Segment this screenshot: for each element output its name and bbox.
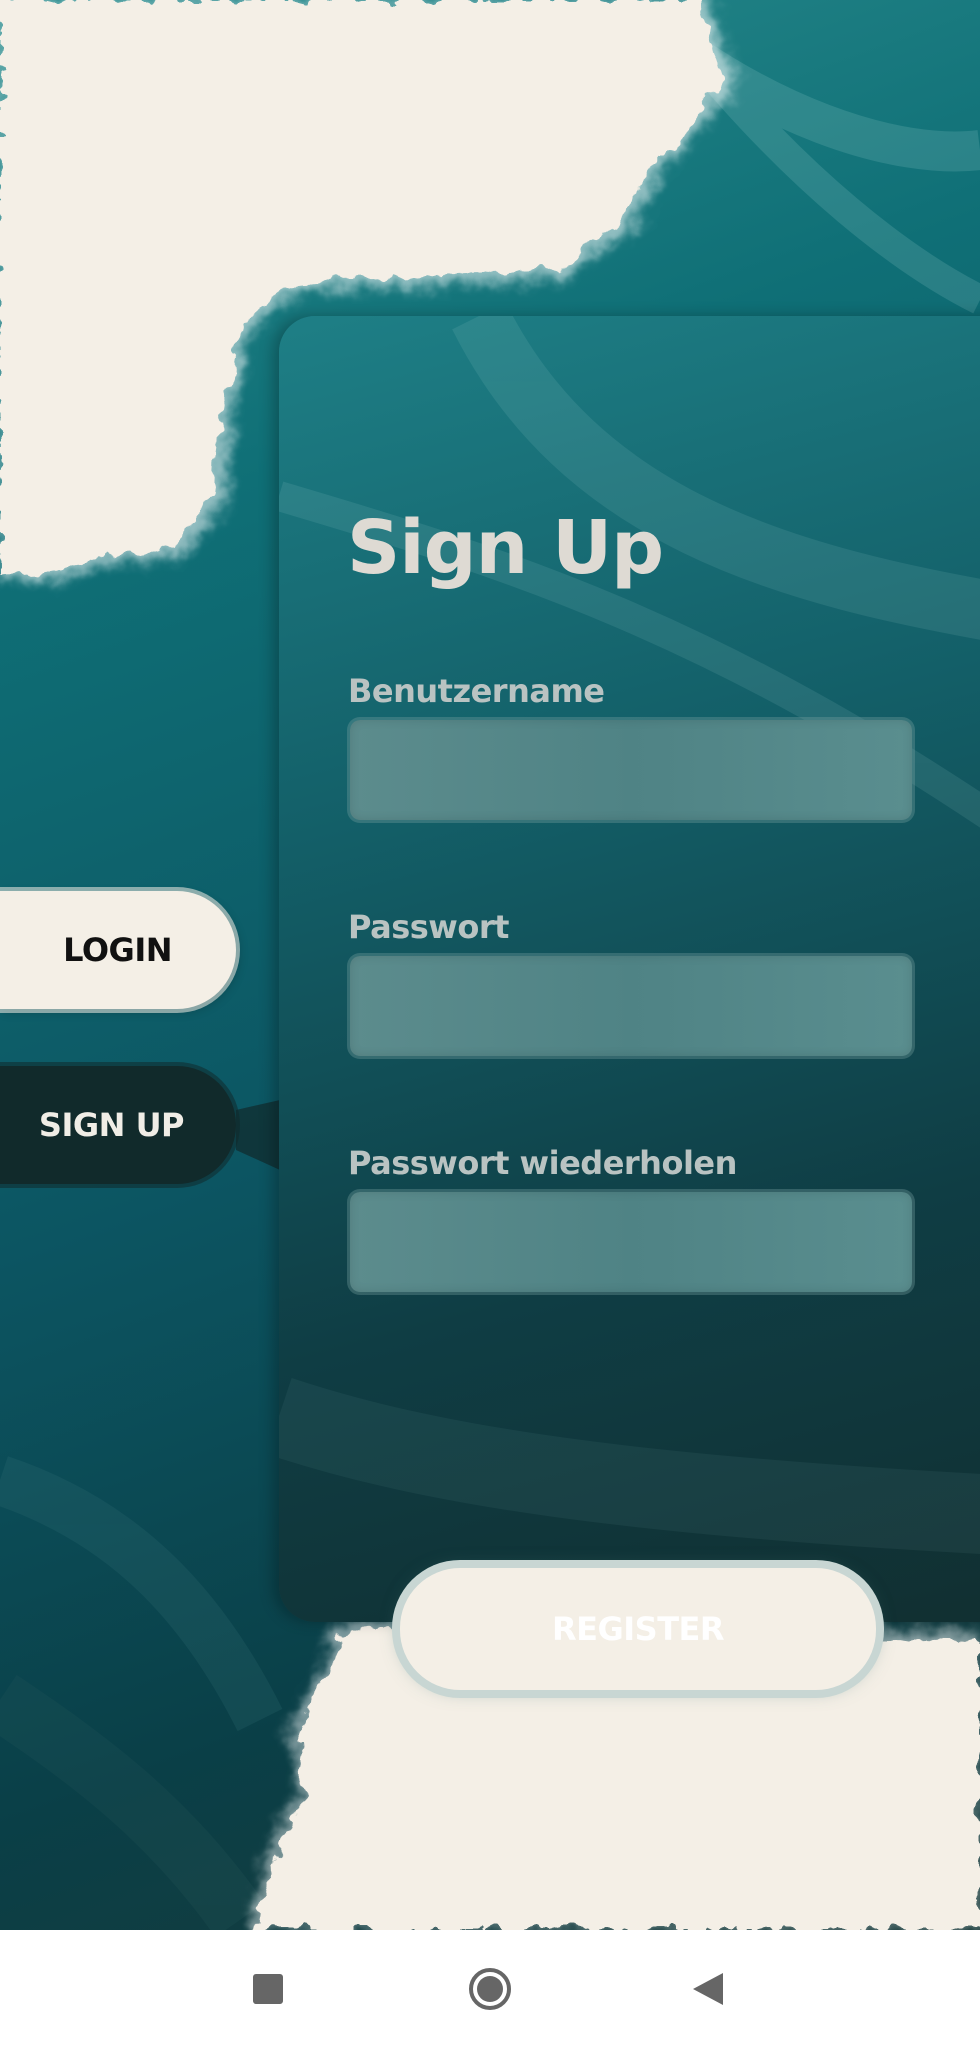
- username-field[interactable]: [350, 720, 912, 820]
- username-label: Benutzername: [348, 672, 605, 710]
- password-repeat-field[interactable]: [350, 1192, 912, 1292]
- login-tab-button[interactable]: LOGIN: [0, 891, 236, 1009]
- triangle-back-icon: [693, 1973, 723, 2005]
- circle-home-icon: [469, 1968, 511, 2010]
- password-label: Passwort: [348, 908, 509, 946]
- app-screen: Sign Up Benutzername Passwort Passwort w…: [0, 0, 980, 1930]
- password-repeat-label: Passwort wiederholen: [348, 1144, 737, 1182]
- back-button[interactable]: [648, 1930, 768, 2048]
- recents-button[interactable]: [208, 1930, 328, 2048]
- system-navigation-bar: [0, 1930, 980, 2048]
- register-button[interactable]: REGISTER: [400, 1568, 876, 1690]
- password-field[interactable]: [350, 956, 912, 1056]
- home-button[interactable]: [430, 1930, 550, 2048]
- page-title: Sign Up: [347, 505, 664, 591]
- signup-tab-button[interactable]: SIGN UP: [0, 1066, 236, 1184]
- square-stop-icon: [253, 1974, 283, 2004]
